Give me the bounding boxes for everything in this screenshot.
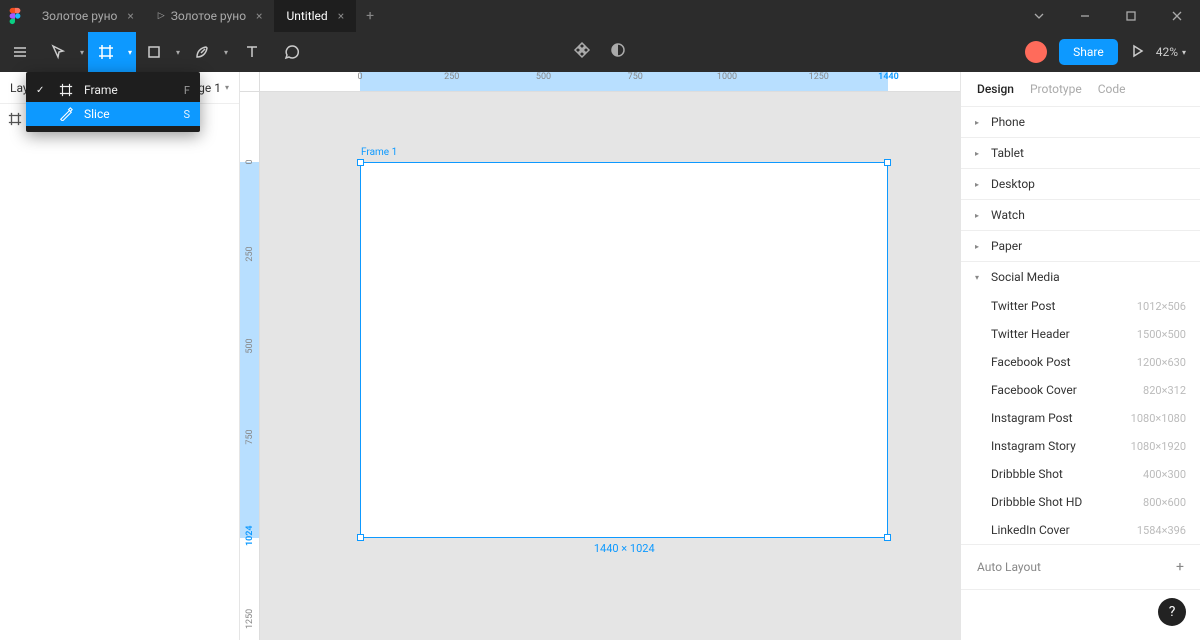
- close-icon[interactable]: ×: [256, 9, 262, 23]
- preset-group-watch[interactable]: ▸Watch: [961, 200, 1200, 230]
- preset-group-phone[interactable]: ▸Phone: [961, 107, 1200, 137]
- main-menu-button[interactable]: [0, 32, 40, 72]
- preset-item[interactable]: Dribbble Shot HD800×600: [961, 488, 1200, 516]
- share-button[interactable]: Share: [1059, 39, 1118, 65]
- plus-icon[interactable]: +: [1176, 559, 1184, 575]
- tab-prototype[interactable]: Prototype: [1030, 82, 1082, 96]
- left-panel: Layers Page 1▾: [0, 72, 240, 640]
- preset-item[interactable]: Twitter Post1012×506: [961, 292, 1200, 320]
- resize-handle-bl[interactable]: [357, 534, 364, 541]
- pen-tool[interactable]: ▾: [184, 32, 232, 72]
- frame-dimensions: 1440 × 1024: [594, 542, 655, 555]
- file-tab[interactable]: ▷Золотое руно×: [146, 0, 275, 32]
- preset-item[interactable]: Instagram Story1080×1920: [961, 432, 1200, 460]
- right-panel: Design Prototype Code ▸Phone▸Tablet▸Deskto…: [960, 72, 1200, 640]
- resize-handle-tl[interactable]: [357, 159, 364, 166]
- frame-1[interactable]: Frame 1 1440 × 1024: [360, 162, 888, 538]
- preset-group-desktop[interactable]: ▸Desktop: [961, 169, 1200, 199]
- canvas[interactable]: 025050075010001250144017 025050075010241…: [240, 72, 960, 640]
- frame-icon: [58, 83, 74, 97]
- preset-item[interactable]: Twitter Header1500×500: [961, 320, 1200, 348]
- present-button[interactable]: [1130, 43, 1144, 62]
- toolbar: ▾ ▾ ▾ ▾ Share 42%▾: [0, 32, 1200, 72]
- file-tab[interactable]: Untitled×: [274, 0, 356, 32]
- text-tool[interactable]: [232, 32, 272, 72]
- window-close-icon[interactable]: [1154, 0, 1200, 32]
- shape-tool[interactable]: ▾: [136, 32, 184, 72]
- resize-handle-br[interactable]: [884, 534, 891, 541]
- titlebar: Золотое руно×▷Золотое руно×Untitled× +: [0, 0, 1200, 32]
- tab-code[interactable]: Code: [1098, 82, 1126, 96]
- file-tab[interactable]: Золотое руно×: [30, 0, 146, 32]
- right-panel-tabs: Design Prototype Code: [961, 72, 1200, 107]
- slice-icon: [58, 107, 74, 121]
- figma-logo-icon[interactable]: [0, 7, 30, 25]
- window-minimize-icon[interactable]: [1062, 0, 1108, 32]
- ruler-corner: [240, 72, 260, 92]
- preset-item[interactable]: Facebook Cover820×312: [961, 376, 1200, 404]
- comment-tool[interactable]: [272, 32, 312, 72]
- avatar[interactable]: [1025, 41, 1047, 63]
- frame-tool[interactable]: ▾: [88, 32, 136, 72]
- resize-handle-tr[interactable]: [884, 159, 891, 166]
- close-icon[interactable]: ×: [338, 9, 344, 23]
- component-icon[interactable]: [573, 41, 591, 63]
- window-chevron-icon[interactable]: [1016, 0, 1062, 32]
- close-icon[interactable]: ×: [127, 9, 133, 23]
- ruler-horizontal: 025050075010001250144017: [260, 72, 960, 92]
- frame-label[interactable]: Frame 1: [361, 147, 397, 158]
- frame-tool-dropdown: ✓FrameFSliceS: [26, 72, 200, 132]
- window-maximize-icon[interactable]: [1108, 0, 1154, 32]
- preset-group-social-media[interactable]: ▾Social Media: [961, 262, 1200, 292]
- preset-item[interactable]: Dribbble Shot400×300: [961, 460, 1200, 488]
- preset-item[interactable]: Instagram Post1080×1080: [961, 404, 1200, 432]
- file-tabs: Золотое руно×▷Золотое руно×Untitled×: [30, 0, 356, 32]
- new-tab-button[interactable]: +: [356, 8, 384, 24]
- preset-group-paper[interactable]: ▸Paper: [961, 231, 1200, 261]
- ruler-vertical: 025050075010241250: [240, 92, 260, 640]
- tab-design[interactable]: Design: [977, 82, 1014, 96]
- window-controls: [1016, 0, 1200, 32]
- dropdown-item-slice[interactable]: SliceS: [26, 102, 200, 126]
- auto-layout-section[interactable]: Auto Layout +: [961, 545, 1200, 590]
- move-tool[interactable]: ▾: [40, 32, 88, 72]
- mask-icon[interactable]: [609, 41, 627, 63]
- preset-group-tablet[interactable]: ▸Tablet: [961, 138, 1200, 168]
- preset-item[interactable]: LinkedIn Cover1584×396: [961, 516, 1200, 544]
- zoom-control[interactable]: 42%▾: [1156, 45, 1186, 59]
- preset-item[interactable]: Facebook Post1200×630: [961, 348, 1200, 376]
- help-button[interactable]: ?: [1158, 598, 1186, 626]
- dropdown-item-frame[interactable]: ✓FrameF: [26, 78, 200, 102]
